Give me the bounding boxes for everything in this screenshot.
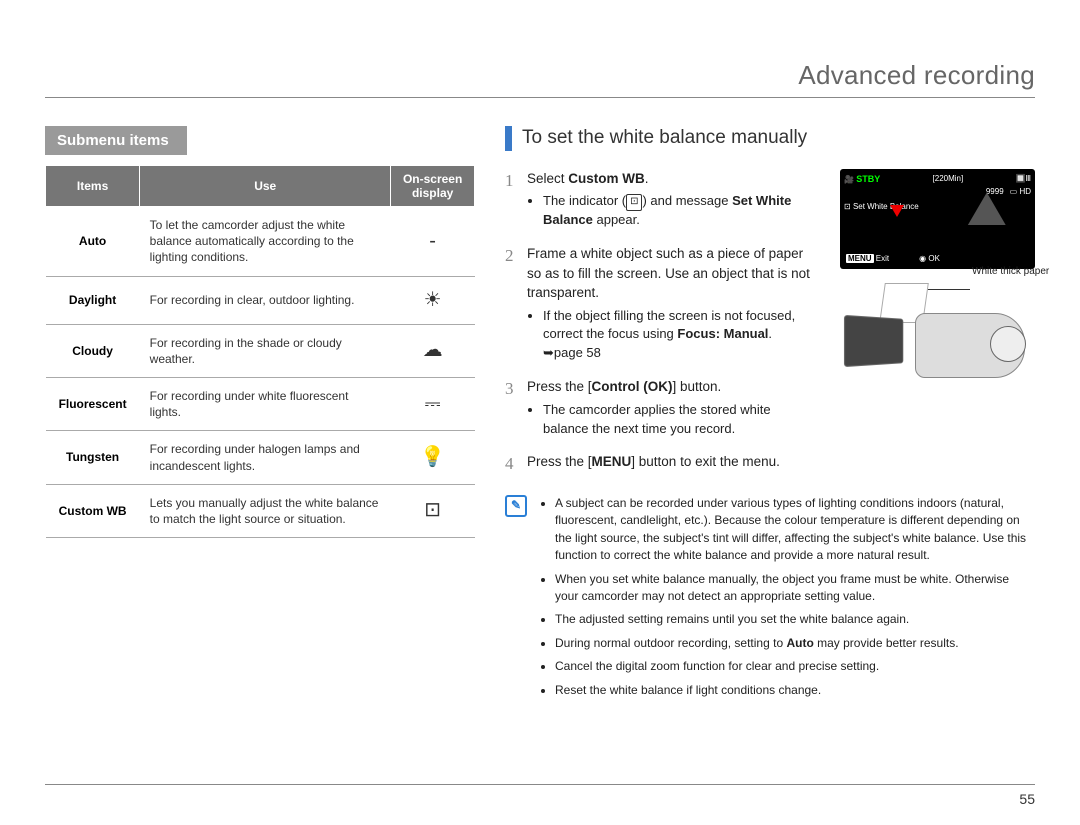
- note-item: The adjusted setting remains until you s…: [555, 611, 1035, 628]
- step-2: 2 Frame a white object such as a piece o…: [505, 244, 815, 367]
- step-number: 4: [505, 452, 527, 477]
- row-use: Lets you manually adjust the white balan…: [140, 484, 391, 537]
- table-row: Custom WB Lets you manually adjust the w…: [46, 484, 475, 537]
- paper-label: White thick paper: [972, 265, 1049, 280]
- note-item: Cancel the digital zoom function for cle…: [555, 658, 1035, 675]
- row-use: For recording in clear, outdoor lighting…: [140, 276, 391, 324]
- custom-wb-icon: ⊡: [391, 484, 475, 537]
- bullet-tail: appear.: [593, 212, 640, 227]
- bullet-tail: .: [768, 326, 772, 341]
- step-bold: MENU: [592, 454, 632, 469]
- row-item: Fluorescent: [46, 377, 140, 430]
- step-bold: Custom WB: [568, 171, 645, 186]
- bulb-icon: 💡: [391, 431, 475, 484]
- fluorescent-icon: ⎓: [391, 377, 475, 430]
- submenu-table: Items Use On-screen display Auto To let …: [45, 165, 475, 538]
- table-row: Cloudy For recording in the shade or clo…: [46, 324, 475, 377]
- step-text: Frame a white object such as a piece of …: [527, 246, 810, 300]
- table-row: Tungsten For recording under halogen lam…: [46, 431, 475, 484]
- submenu-header: Submenu items: [45, 126, 187, 155]
- bullet-pageref: ➥page 58: [543, 345, 601, 360]
- note-item: Reset the white balance if light conditi…: [555, 682, 1035, 699]
- step-3: 3 Press the [Control (OK)] button. The c…: [505, 377, 815, 442]
- row-use: For recording in the shade or cloudy wea…: [140, 324, 391, 377]
- step-text: Select: [527, 171, 568, 186]
- note-item: A subject can be recorded under various …: [555, 495, 1035, 565]
- lcd-arrow-icon: [890, 205, 904, 217]
- bullet-post: ) and message: [642, 193, 732, 208]
- col-use: Use: [140, 166, 391, 207]
- lcd-ok: OK: [928, 254, 940, 263]
- table-row: Daylight For recording in clear, outdoor…: [46, 276, 475, 324]
- lcd-diagram: 🎥 STBY [220Min] 🔲Ⅲ 9999 ▭ HD ⊡ Set White…: [840, 169, 1035, 393]
- step-bold: Control (OK): [592, 379, 673, 394]
- lcd-stby: STBY: [856, 174, 880, 184]
- notes-block: ✎ A subject can be recorded under variou…: [505, 495, 1035, 705]
- cloud-icon: ☁: [391, 324, 475, 377]
- page-number: 55: [45, 784, 1035, 807]
- lcd-time: [220Min]: [933, 173, 964, 185]
- row-item: Tungsten: [46, 431, 140, 484]
- col-items: Items: [46, 166, 140, 207]
- step-number: 2: [505, 244, 527, 367]
- note-icon: ✎: [505, 495, 527, 517]
- row-item: Daylight: [46, 276, 140, 324]
- step-text-tail: ] button to exit the menu.: [631, 454, 780, 469]
- step-bullet: The indicator (⊡) and message Set White …: [543, 192, 815, 230]
- lcd-exit: Exit: [876, 254, 889, 263]
- note-item: During normal outdoor recording, setting…: [555, 635, 1035, 652]
- step-number: 3: [505, 377, 527, 442]
- row-use: To let the camcorder adjust the white ba…: [140, 207, 391, 277]
- row-use: For recording under white fluorescent li…: [140, 377, 391, 430]
- row-item: Custom WB: [46, 484, 140, 537]
- step-4: 4 Press the [MENU] button to exit the me…: [505, 452, 815, 477]
- row-icon: -: [391, 207, 475, 277]
- note-item: When you set white balance manually, the…: [555, 571, 1035, 606]
- table-row: Fluorescent For recording under white fl…: [46, 377, 475, 430]
- lcd-map-silhouette: ⛰: [967, 191, 1007, 229]
- camcorder-illustration: White thick paper: [840, 283, 1035, 393]
- row-item: Auto: [46, 207, 140, 277]
- step-text-tail: ] button.: [673, 379, 722, 394]
- bullet-pre: The indicator (: [543, 193, 626, 208]
- lcd-setwb: Set White Balance: [853, 202, 919, 211]
- table-row: Auto To let the camcorder adjust the whi…: [46, 207, 475, 277]
- section-title: To set the white balance manually: [505, 126, 1035, 151]
- lcd-menu-label: MENU: [846, 254, 874, 263]
- step-number: 1: [505, 169, 527, 234]
- bullet-bold: Focus: Manual: [677, 326, 768, 341]
- page-title: Advanced recording: [45, 60, 1035, 98]
- col-display: On-screen display: [391, 166, 475, 207]
- step-text-tail: .: [645, 171, 649, 186]
- step-text: Press the [: [527, 454, 592, 469]
- step-bullet: The camcorder applies the stored white b…: [543, 401, 815, 439]
- lcd-hd: HD: [1019, 187, 1031, 196]
- row-item: Cloudy: [46, 324, 140, 377]
- step-1: 1 Select Custom WB. The indicator (⊡) an…: [505, 169, 815, 234]
- row-use: For recording under halogen lamps and in…: [140, 431, 391, 484]
- sun-icon: ☀: [391, 276, 475, 324]
- step-text: Press the [: [527, 379, 592, 394]
- step-bullet: If the object filling the screen is not …: [543, 307, 815, 364]
- lcd-screen: 🎥 STBY [220Min] 🔲Ⅲ 9999 ▭ HD ⊡ Set White…: [840, 169, 1035, 269]
- custom-wb-inline-icon: ⊡: [626, 194, 642, 211]
